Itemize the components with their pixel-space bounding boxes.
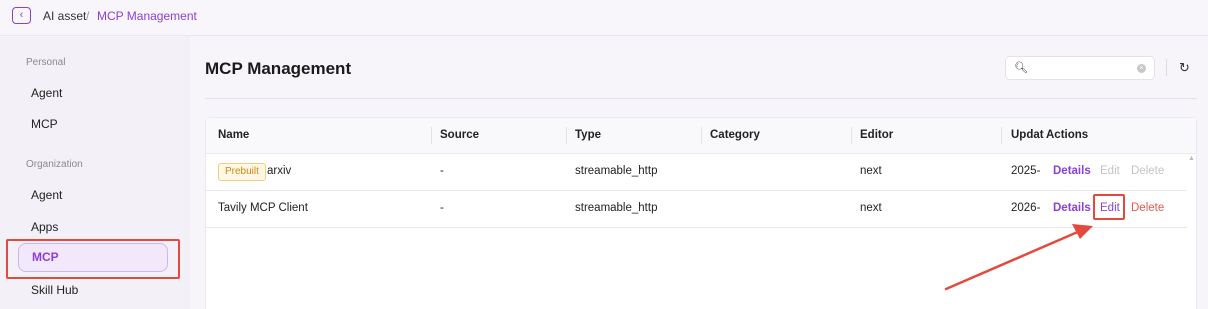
cell-updated: 2025- [1011,165,1041,177]
sidebar-item-skill-hub[interactable]: Skill Hub [31,283,78,297]
back-button[interactable]: ‹ [12,7,31,24]
cell-editor: next [860,202,882,214]
search-icon: 🔍︎ [1014,62,1028,74]
column-divider [851,127,852,144]
sidebar-item-org-apps[interactable]: Apps [31,220,58,234]
sidebar-item-org-agent[interactable]: Agent [31,188,62,202]
delete-button-disabled: Delete [1131,165,1165,177]
column-header-editor: Editor [860,129,894,141]
header-divider [205,98,1197,99]
sidebar-group-personal: Personal [26,57,66,68]
mcp-table: Name Source Type Category Editor Updat A… [205,117,1197,309]
column-header-updated: Updat [1011,129,1044,141]
chevron-left-icon: ‹ [19,9,24,21]
column-divider [566,127,567,144]
clear-icon[interactable]: × [1137,64,1146,73]
column-divider [431,127,432,144]
scroll-up-icon[interactable]: ▲ [1188,155,1195,162]
annotation-highlight-box [1093,194,1125,220]
table-row: Prebuilt arxiv - streamable_http next 20… [206,154,1187,191]
cell-type: streamable_http [575,165,658,177]
main-content: MCP Management 🔍︎ × ↻ Name Source Type C… [190,37,1208,309]
refresh-icon[interactable]: ↻ [1179,60,1190,76]
details-button[interactable]: Details [1053,165,1091,177]
edit-button-disabled: Edit [1100,165,1120,177]
page-title: MCP Management [205,59,352,78]
cell-name: Tavily MCP Client [218,202,308,214]
top-bar: ‹ AI asset / MCP Management [0,0,1208,36]
table-row: Tavily MCP Client - streamable_http next… [206,191,1187,228]
column-divider [1001,127,1002,144]
breadcrumb-ai-asset[interactable]: AI asset [43,9,86,23]
prebuilt-badge: Prebuilt [218,163,266,181]
breadcrumb-mcp-management: MCP Management [97,9,197,23]
cell-updated: 2026- [1011,202,1041,214]
column-header-source: Source [440,129,479,141]
column-header-actions: Actions [1046,129,1089,141]
sidebar-item-personal-agent[interactable]: Agent [31,86,62,100]
search-input[interactable]: 🔍︎ × [1005,56,1155,80]
column-divider [701,127,702,144]
annotation-highlight-box [6,239,180,279]
sidebar-item-personal-mcp[interactable]: MCP [31,117,58,131]
breadcrumb-separator: / [86,9,90,23]
cell-source: - [440,202,444,214]
delete-button[interactable]: Delete [1131,202,1164,214]
details-button[interactable]: Details [1053,202,1091,214]
column-header-category: Category [710,129,760,141]
toolbar-divider [1166,59,1167,76]
sidebar-group-organization: Organization [26,159,83,170]
table-header: Name Source Type Category Editor Updat A… [206,118,1196,154]
cell-name: arxiv [267,165,292,177]
column-header-type: Type [575,129,601,141]
cell-editor: next [860,165,882,177]
cell-type: streamable_http [575,202,658,214]
sidebar: Personal Agent MCP Organization Agent Ap… [0,37,190,309]
cell-source: - [440,165,444,177]
column-header-name: Name [218,129,250,141]
